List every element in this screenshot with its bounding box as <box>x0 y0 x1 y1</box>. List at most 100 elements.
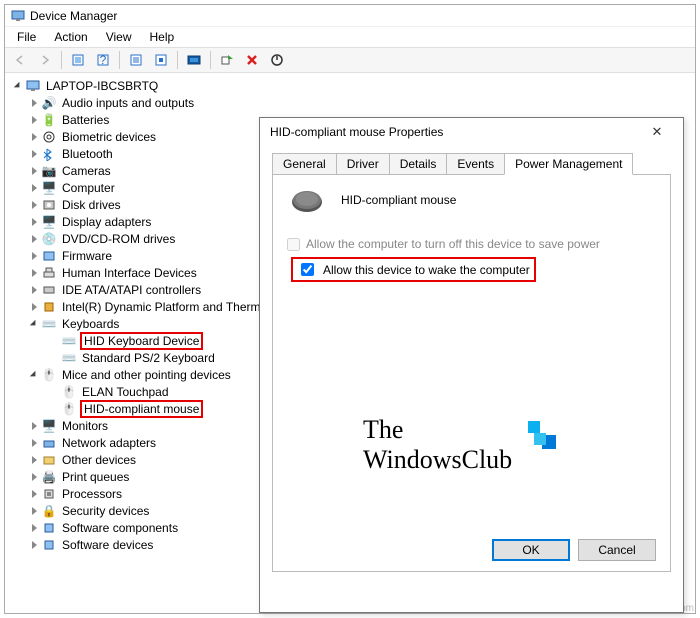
disk-icon <box>41 197 57 213</box>
expander-icon[interactable] <box>27 303 41 311</box>
tree-root[interactable]: LAPTOP-IBCSBRTQ <box>7 77 693 94</box>
expander-icon[interactable] <box>27 456 41 464</box>
device-header: HID-compliant mouse <box>287 187 656 213</box>
expander-icon[interactable] <box>27 133 41 141</box>
expander-icon[interactable] <box>27 524 41 532</box>
properties-button-2[interactable] <box>150 49 172 71</box>
display-icon: 🖥️ <box>41 214 57 230</box>
menu-help[interactable]: Help <box>142 28 183 46</box>
expander-icon[interactable] <box>27 252 41 260</box>
expander-icon[interactable] <box>27 541 41 549</box>
tree-node-label: Other devices <box>60 453 138 467</box>
other-icon <box>41 452 57 468</box>
tab-details[interactable]: Details <box>389 153 448 175</box>
tree-node-label: HID Keyboard Device <box>80 332 203 350</box>
intel-icon <box>41 299 57 315</box>
hid-icon <box>41 265 57 281</box>
menu-file[interactable]: File <box>9 28 44 46</box>
computer-icon <box>25 78 41 94</box>
close-button[interactable]: ✕ <box>641 121 673 143</box>
menu-view[interactable]: View <box>98 28 140 46</box>
tab-power-management[interactable]: Power Management <box>504 153 633 175</box>
help-button[interactable]: ? <box>92 49 114 71</box>
wake-label: Allow this device to wake the computer <box>323 263 530 277</box>
mouse-icon <box>287 187 327 213</box>
separator <box>210 51 211 69</box>
expander-icon[interactable] <box>27 490 41 498</box>
security-icon: 🔒 <box>41 503 57 519</box>
update-button[interactable] <box>216 49 238 71</box>
wake-checkbox[interactable] <box>301 263 314 276</box>
expander-icon[interactable] <box>27 439 41 447</box>
separator <box>177 51 178 69</box>
tree-node[interactable]: 🔊Audio inputs and outputs <box>7 94 693 111</box>
back-button <box>9 49 31 71</box>
expander-icon[interactable] <box>27 184 41 192</box>
properties-button[interactable] <box>125 49 147 71</box>
keyboard-icon: ⌨️ <box>61 333 77 349</box>
expander-icon[interactable] <box>27 99 41 107</box>
tab-events[interactable]: Events <box>446 153 505 175</box>
tree-node-label: Network adapters <box>60 436 158 450</box>
tab-general[interactable]: General <box>272 153 337 175</box>
software-icon <box>41 520 57 536</box>
cancel-button[interactable]: Cancel <box>578 539 656 561</box>
titlebar: Device Manager <box>5 5 695 27</box>
menu-action[interactable]: Action <box>46 28 95 46</box>
expander-icon[interactable] <box>27 201 41 209</box>
brand-line2: WindowsClub <box>363 445 512 475</box>
scan-button[interactable] <box>183 49 205 71</box>
software-icon <box>41 537 57 553</box>
tree-node-label: Bluetooth <box>60 147 115 161</box>
separator <box>61 51 62 69</box>
expander-icon[interactable] <box>27 507 41 515</box>
expander-icon[interactable] <box>11 82 25 90</box>
expander-icon[interactable] <box>27 116 41 124</box>
branding: The WindowsClub <box>363 415 512 475</box>
device-name: HID-compliant mouse <box>341 193 456 207</box>
disable-button[interactable] <box>266 49 288 71</box>
ok-button[interactable]: OK <box>492 539 570 561</box>
power-off-label: Allow the computer to turn off this devi… <box>306 237 600 251</box>
tree-node-label: IDE ATA/ATAPI controllers <box>60 283 203 297</box>
expander-icon[interactable] <box>27 269 41 277</box>
expander-icon[interactable] <box>27 473 41 481</box>
tree-node-label: Human Interface Devices <box>60 266 199 280</box>
monitor-icon: 🖥️ <box>41 418 57 434</box>
dialog-body: HID-compliant mouse Allow the computer t… <box>272 174 671 572</box>
tree-node-label: LAPTOP-IBCSBRTQ <box>44 79 160 93</box>
tree-node-label: Print queues <box>60 470 131 484</box>
uninstall-button[interactable] <box>241 49 263 71</box>
print-icon: 🖨️ <box>41 469 57 485</box>
tree-node-label: Mice and other pointing devices <box>60 368 233 382</box>
biometric-icon <box>41 129 57 145</box>
tree-node-label: Display adapters <box>60 215 153 229</box>
expander-icon[interactable] <box>27 218 41 226</box>
expander-icon[interactable] <box>27 286 41 294</box>
expander-icon[interactable] <box>27 235 41 243</box>
expander-icon[interactable] <box>27 150 41 158</box>
show-hide-button[interactable] <box>67 49 89 71</box>
brand-logo-icon <box>534 433 546 445</box>
tree-node-label: Batteries <box>60 113 111 127</box>
expander-icon[interactable] <box>27 167 41 175</box>
battery-icon: 🔋 <box>41 112 57 128</box>
tab-driver[interactable]: Driver <box>336 153 390 175</box>
forward-button <box>34 49 56 71</box>
properties-dialog: HID-compliant mouse Properties ✕ General… <box>259 117 684 613</box>
audio-icon: 🔊 <box>41 95 57 111</box>
computer-icon: 🖥️ <box>41 180 57 196</box>
tree-node-label: Cameras <box>60 164 113 178</box>
power-off-option: Allow the computer to turn off this devi… <box>287 237 656 251</box>
tree-node-label: Keyboards <box>60 317 121 331</box>
keyboard-icon: ⌨️ <box>61 350 77 366</box>
bluetooth-icon <box>41 146 57 162</box>
expander-icon[interactable] <box>27 422 41 430</box>
dvd-icon: 💿 <box>41 231 57 247</box>
tree-node-label: Software components <box>60 521 180 535</box>
keyboard-icon: ⌨️ <box>41 316 57 332</box>
expander-icon[interactable] <box>27 371 41 379</box>
mouse-icon: 🖱️ <box>41 367 57 383</box>
expander-icon[interactable] <box>27 320 41 328</box>
tab-strip: General Driver Details Events Power Mana… <box>260 146 683 174</box>
